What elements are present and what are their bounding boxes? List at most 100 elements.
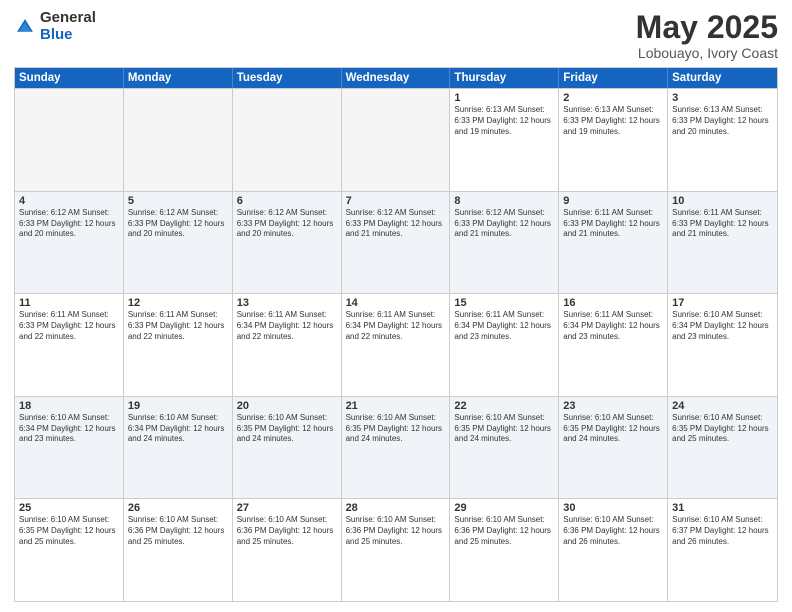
- day-number: 20: [237, 400, 337, 412]
- day-number: 10: [672, 195, 773, 207]
- day-info: Sunrise: 6:10 AM Sunset: 6:36 PM Dayligh…: [454, 515, 554, 547]
- calendar-cell-empty: [233, 89, 342, 191]
- calendar-header-cell: Friday: [559, 68, 668, 88]
- day-number: 11: [19, 297, 119, 309]
- day-info: Sunrise: 6:10 AM Sunset: 6:35 PM Dayligh…: [454, 413, 554, 445]
- day-info: Sunrise: 6:10 AM Sunset: 6:36 PM Dayligh…: [128, 515, 228, 547]
- day-number: 17: [672, 297, 773, 309]
- day-info: Sunrise: 6:10 AM Sunset: 6:36 PM Dayligh…: [563, 515, 663, 547]
- calendar-cell: 30Sunrise: 6:10 AM Sunset: 6:36 PM Dayli…: [559, 499, 668, 601]
- day-info: Sunrise: 6:10 AM Sunset: 6:36 PM Dayligh…: [237, 515, 337, 547]
- day-info: Sunrise: 6:10 AM Sunset: 6:36 PM Dayligh…: [346, 515, 446, 547]
- day-number: 28: [346, 502, 446, 514]
- day-info: Sunrise: 6:12 AM Sunset: 6:33 PM Dayligh…: [346, 208, 446, 240]
- calendar-cell: 16Sunrise: 6:11 AM Sunset: 6:34 PM Dayli…: [559, 294, 668, 396]
- calendar-cell: 18Sunrise: 6:10 AM Sunset: 6:34 PM Dayli…: [15, 397, 124, 499]
- calendar-cell: 26Sunrise: 6:10 AM Sunset: 6:36 PM Dayli…: [124, 499, 233, 601]
- day-info: Sunrise: 6:13 AM Sunset: 6:33 PM Dayligh…: [563, 105, 663, 137]
- page: General Blue May 2025 Lobouayo, Ivory Co…: [0, 0, 792, 612]
- calendar-cell: 22Sunrise: 6:10 AM Sunset: 6:35 PM Dayli…: [450, 397, 559, 499]
- calendar-cell: 20Sunrise: 6:10 AM Sunset: 6:35 PM Dayli…: [233, 397, 342, 499]
- day-info: Sunrise: 6:11 AM Sunset: 6:34 PM Dayligh…: [454, 310, 554, 342]
- calendar-cell: 23Sunrise: 6:10 AM Sunset: 6:35 PM Dayli…: [559, 397, 668, 499]
- calendar-cell-empty: [15, 89, 124, 191]
- day-number: 3: [672, 92, 773, 104]
- logo: General Blue: [14, 10, 96, 43]
- day-number: 22: [454, 400, 554, 412]
- calendar-cell: 15Sunrise: 6:11 AM Sunset: 6:34 PM Dayli…: [450, 294, 559, 396]
- day-info: Sunrise: 6:11 AM Sunset: 6:34 PM Dayligh…: [237, 310, 337, 342]
- day-info: Sunrise: 6:11 AM Sunset: 6:33 PM Dayligh…: [19, 310, 119, 342]
- calendar-cell: 7Sunrise: 6:12 AM Sunset: 6:33 PM Daylig…: [342, 192, 451, 294]
- day-number: 14: [346, 297, 446, 309]
- calendar-cell: 19Sunrise: 6:10 AM Sunset: 6:34 PM Dayli…: [124, 397, 233, 499]
- calendar-cell: 13Sunrise: 6:11 AM Sunset: 6:34 PM Dayli…: [233, 294, 342, 396]
- day-info: Sunrise: 6:10 AM Sunset: 6:35 PM Dayligh…: [563, 413, 663, 445]
- calendar-cell: 1Sunrise: 6:13 AM Sunset: 6:33 PM Daylig…: [450, 89, 559, 191]
- logo-icon: [14, 16, 36, 38]
- calendar-cell: 3Sunrise: 6:13 AM Sunset: 6:33 PM Daylig…: [668, 89, 777, 191]
- logo-blue: Blue: [40, 27, 96, 44]
- calendar-cell: 4Sunrise: 6:12 AM Sunset: 6:33 PM Daylig…: [15, 192, 124, 294]
- calendar-header-cell: Wednesday: [342, 68, 451, 88]
- day-info: Sunrise: 6:12 AM Sunset: 6:33 PM Dayligh…: [237, 208, 337, 240]
- calendar-cell: 25Sunrise: 6:10 AM Sunset: 6:35 PM Dayli…: [15, 499, 124, 601]
- day-number: 4: [19, 195, 119, 207]
- day-number: 21: [346, 400, 446, 412]
- title-block: May 2025 Lobouayo, Ivory Coast: [636, 10, 778, 61]
- calendar-body: 1Sunrise: 6:13 AM Sunset: 6:33 PM Daylig…: [15, 88, 777, 601]
- day-number: 27: [237, 502, 337, 514]
- day-number: 15: [454, 297, 554, 309]
- calendar-week: 4Sunrise: 6:12 AM Sunset: 6:33 PM Daylig…: [15, 191, 777, 294]
- day-info: Sunrise: 6:10 AM Sunset: 6:34 PM Dayligh…: [128, 413, 228, 445]
- day-number: 18: [19, 400, 119, 412]
- calendar-cell: 2Sunrise: 6:13 AM Sunset: 6:33 PM Daylig…: [559, 89, 668, 191]
- day-number: 30: [563, 502, 663, 514]
- day-number: 29: [454, 502, 554, 514]
- day-info: Sunrise: 6:12 AM Sunset: 6:33 PM Dayligh…: [454, 208, 554, 240]
- day-info: Sunrise: 6:13 AM Sunset: 6:33 PM Dayligh…: [454, 105, 554, 137]
- calendar-cell-empty: [342, 89, 451, 191]
- calendar-cell: 8Sunrise: 6:12 AM Sunset: 6:33 PM Daylig…: [450, 192, 559, 294]
- day-info: Sunrise: 6:10 AM Sunset: 6:34 PM Dayligh…: [672, 310, 773, 342]
- calendar-cell: 5Sunrise: 6:12 AM Sunset: 6:33 PM Daylig…: [124, 192, 233, 294]
- day-number: 6: [237, 195, 337, 207]
- day-number: 1: [454, 92, 554, 104]
- day-info: Sunrise: 6:12 AM Sunset: 6:33 PM Dayligh…: [128, 208, 228, 240]
- day-info: Sunrise: 6:13 AM Sunset: 6:33 PM Dayligh…: [672, 105, 773, 137]
- day-info: Sunrise: 6:11 AM Sunset: 6:33 PM Dayligh…: [563, 208, 663, 240]
- calendar-header-cell: Monday: [124, 68, 233, 88]
- day-number: 26: [128, 502, 228, 514]
- calendar-header-cell: Saturday: [668, 68, 777, 88]
- day-number: 13: [237, 297, 337, 309]
- calendar-header-cell: Sunday: [15, 68, 124, 88]
- day-number: 19: [128, 400, 228, 412]
- logo-text: General Blue: [40, 10, 96, 43]
- calendar-week: 11Sunrise: 6:11 AM Sunset: 6:33 PM Dayli…: [15, 293, 777, 396]
- day-number: 5: [128, 195, 228, 207]
- calendar-cell-empty: [124, 89, 233, 191]
- day-info: Sunrise: 6:10 AM Sunset: 6:37 PM Dayligh…: [672, 515, 773, 547]
- calendar-week: 25Sunrise: 6:10 AM Sunset: 6:35 PM Dayli…: [15, 498, 777, 601]
- day-number: 16: [563, 297, 663, 309]
- day-number: 23: [563, 400, 663, 412]
- calendar-cell: 14Sunrise: 6:11 AM Sunset: 6:34 PM Dayli…: [342, 294, 451, 396]
- calendar-cell: 28Sunrise: 6:10 AM Sunset: 6:36 PM Dayli…: [342, 499, 451, 601]
- day-number: 12: [128, 297, 228, 309]
- calendar-cell: 27Sunrise: 6:10 AM Sunset: 6:36 PM Dayli…: [233, 499, 342, 601]
- calendar-cell: 11Sunrise: 6:11 AM Sunset: 6:33 PM Dayli…: [15, 294, 124, 396]
- day-number: 2: [563, 92, 663, 104]
- day-info: Sunrise: 6:10 AM Sunset: 6:34 PM Dayligh…: [19, 413, 119, 445]
- day-info: Sunrise: 6:11 AM Sunset: 6:34 PM Dayligh…: [563, 310, 663, 342]
- calendar-cell: 9Sunrise: 6:11 AM Sunset: 6:33 PM Daylig…: [559, 192, 668, 294]
- calendar-cell: 10Sunrise: 6:11 AM Sunset: 6:33 PM Dayli…: [668, 192, 777, 294]
- day-info: Sunrise: 6:12 AM Sunset: 6:33 PM Dayligh…: [19, 208, 119, 240]
- day-number: 24: [672, 400, 773, 412]
- calendar-header-cell: Thursday: [450, 68, 559, 88]
- calendar-cell: 17Sunrise: 6:10 AM Sunset: 6:34 PM Dayli…: [668, 294, 777, 396]
- main-title: May 2025: [636, 10, 778, 45]
- day-number: 31: [672, 502, 773, 514]
- day-info: Sunrise: 6:10 AM Sunset: 6:35 PM Dayligh…: [19, 515, 119, 547]
- calendar: SundayMondayTuesdayWednesdayThursdayFrid…: [14, 67, 778, 602]
- subtitle: Lobouayo, Ivory Coast: [636, 45, 778, 61]
